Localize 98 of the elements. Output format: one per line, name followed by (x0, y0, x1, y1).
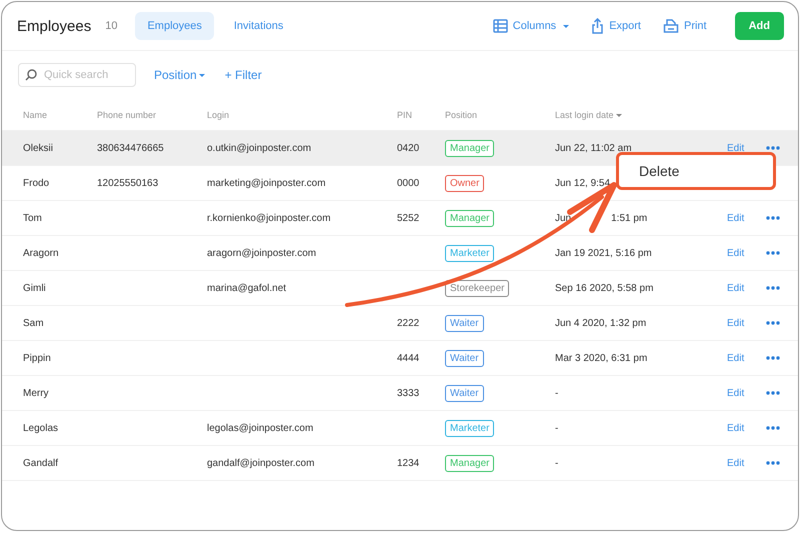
more-icon[interactable] (766, 391, 780, 395)
edit-link[interactable]: Edit (727, 282, 744, 294)
table-cell: - (555, 422, 558, 434)
table-cell: 12025550163 (97, 178, 158, 188)
edit-link[interactable]: Edit (727, 352, 744, 364)
upload-icon (591, 18, 604, 34)
columns-button[interactable]: Columns (490, 15, 572, 37)
page-title: Employees (17, 18, 92, 34)
add-filter-button[interactable]: + Filter (222, 66, 264, 84)
table-cell: o.utkin@joinposter.com (207, 142, 312, 154)
table-row[interactable]: Frodo 12025550163 marketing@joinposter.com 0000 Owner Jun 12, 9:54 Delete (2, 166, 798, 201)
table-cell-text: Frodo (22, 178, 50, 188)
delete-menu-item[interactable]: Delete (639, 163, 680, 179)
table-cell-text: Tom (22, 212, 43, 224)
more-icon[interactable] (766, 216, 780, 220)
table-cell: 3333 (397, 388, 420, 398)
position-tag: Manager (445, 210, 494, 226)
sort-caret-icon (616, 114, 622, 116)
position-tag: Marketer (445, 244, 494, 262)
column-header: Position (445, 110, 478, 120)
more-icon[interactable] (766, 321, 780, 325)
table-cell: Jun 4 2020, 1:32 pm (555, 318, 646, 328)
table-cell-text: Aragorn (22, 248, 60, 258)
search-icon (25, 69, 37, 81)
edit-link[interactable]: Edit (727, 248, 744, 258)
table-row[interactable]: Gandalf gandalf@joinposter.com 1234 Manager - Edit (2, 446, 798, 481)
edit-link[interactable]: Edit (727, 422, 744, 434)
position-tag: Manager (445, 140, 494, 156)
edit-link[interactable]: Edit (727, 388, 744, 398)
table-cell: 0420 (397, 142, 420, 154)
table-cell: 5252 (397, 212, 420, 224)
column-header: PIN (397, 110, 414, 120)
more-icon[interactable] (766, 251, 780, 255)
position-tag: Waiter (445, 314, 484, 332)
caret-icon (563, 24, 570, 28)
tab[interactable]: Invitations (222, 12, 296, 40)
position-tag: Waiter (445, 350, 484, 366)
table-cell: 2222 (397, 318, 420, 328)
more-icon[interactable] (766, 286, 780, 290)
table-row[interactable]: Legolas legolas@joinposter.com Marketer - Edit (2, 411, 798, 446)
table-cell: Sep 16 2020, 5:58 pm (555, 282, 654, 294)
more-icon[interactable] (766, 146, 780, 150)
table-row[interactable]: Sam 2222 Waiter Jun 4 2020, 1:32 pm Edit (2, 306, 798, 341)
table-cell: 1:51 pm (611, 212, 648, 224)
position-tag: Storekeeper (445, 280, 510, 296)
tab[interactable]: Employees (135, 12, 214, 40)
table-row[interactable]: Pippin 4444 Waiter Mar 3 2020, 6:31 pm Edit (2, 341, 798, 376)
table-cell: legolas@joinposter.com (207, 422, 314, 434)
table-cell: Jun 12, 9:54 (555, 178, 610, 188)
table-icon (492, 19, 508, 33)
table-cell: 1234 (397, 458, 420, 468)
position-tag: Manager (445, 454, 494, 472)
position-tag: Owner (445, 174, 484, 192)
column-header: Name (22, 110, 48, 120)
add-button[interactable]: Add (734, 12, 784, 40)
more-icon[interactable] (766, 461, 780, 465)
table-cell-text: Gandalf (22, 458, 60, 468)
printer-icon (662, 18, 679, 34)
edit-link[interactable]: Edit (727, 142, 744, 154)
table-cell: 4444 (397, 352, 420, 364)
table-cell: - (555, 458, 558, 468)
table-cell: marina@gafol.net (207, 282, 286, 294)
search-field[interactable]: Quick search (18, 63, 136, 87)
column-header: Last login date (555, 110, 715, 120)
column-header: Login (207, 110, 230, 120)
more-icon[interactable] (766, 426, 780, 430)
table-cell: aragorn@joinposter.com (207, 248, 316, 258)
edit-link[interactable]: Edit (727, 458, 744, 468)
table-cell: gandalf@joinposter.com (207, 458, 314, 468)
caret-icon (198, 74, 205, 78)
table-row[interactable]: Oleksii 380634476665 o.utkin@joinposter.com 0420 Manager Jun 22, 11:02 am Edit (2, 131, 798, 166)
table-cell: Jan 19 2021, 5:16 pm (555, 248, 652, 258)
position-dropdown[interactable]: Position (152, 66, 207, 84)
table-row[interactable]: Gimli marina@gafol.net Storekeeper Sep 16 2020, 5:58 pm Edit (2, 271, 798, 306)
table-row[interactable]: Merry 3333 Waiter - Edit (2, 376, 798, 411)
table-cell: marketing@joinposter.com (207, 178, 326, 188)
table-cell-text: Legolas (22, 422, 60, 434)
employee-count: 10 (105, 20, 118, 32)
table-cell: Mar 3 2020, 6:31 pm (555, 352, 648, 364)
position-tag: Waiter (445, 384, 484, 402)
export-button[interactable]: Export (589, 14, 643, 38)
table-cell: r.kornienko@joinposter.com (207, 212, 331, 224)
table-cell-text: Merry (22, 388, 50, 398)
more-icon[interactable] (766, 356, 780, 360)
table-row[interactable]: Aragorn aragorn@joinposter.com Marketer Jan 19 2021, 5:16 pm Edit (2, 236, 798, 271)
table-cell-text: Sam (22, 318, 45, 328)
table-cell: Jun 22, 11:02 am (555, 142, 632, 154)
table-cell-text: Oleksii (22, 142, 54, 154)
edit-link[interactable]: Edit (727, 318, 744, 328)
table-cell-text: Gimli (22, 282, 47, 294)
table-cell: 0000 (397, 178, 420, 188)
position-tag: Marketer (445, 420, 494, 436)
table-cell: 380634476665 (97, 142, 164, 154)
table-cell-text: Pippin (22, 352, 52, 364)
table-cell: - (555, 388, 558, 398)
print-button[interactable]: Print (660, 14, 709, 38)
edit-link[interactable]: Edit (727, 212, 744, 224)
column-header: Phone number (97, 110, 158, 120)
